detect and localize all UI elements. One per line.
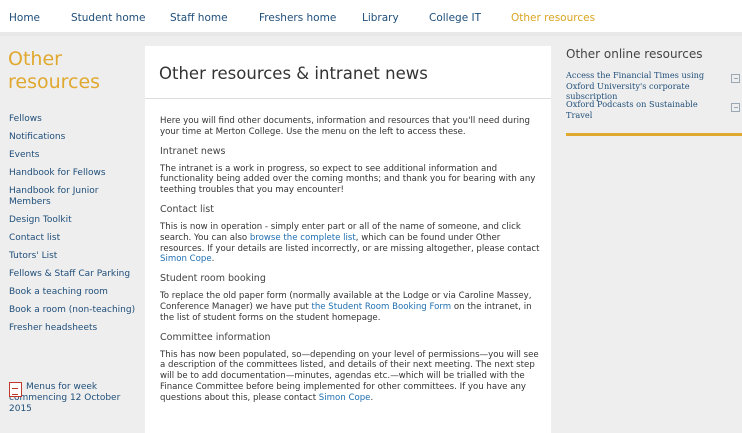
sidebar-item-events[interactable]: Events: [9, 150, 139, 161]
contact-list-text: This is now in operation - simply enter …: [160, 222, 545, 265]
room-booking-heading: Student room booking: [160, 273, 266, 285]
simon-cope-link[interactable]: Simon Cope: [319, 393, 371, 403]
nav-freshers-home[interactable]: Freshers home: [259, 12, 336, 24]
sidebar-item-handbook-junior-members[interactable]: Handbook for Junior Members: [9, 186, 139, 208]
room-booking-form-link[interactable]: the Student Room Booking Form: [311, 302, 451, 312]
sidebar-item-handbook-fellows[interactable]: Handbook for Fellows: [9, 168, 139, 179]
sidebar-item-design-toolkit[interactable]: Design Toolkit: [9, 215, 139, 226]
nav-home[interactable]: Home: [9, 12, 40, 24]
sidebar-item-book-teaching-room[interactable]: Book a teaching room: [9, 287, 139, 298]
menus-pdf-link[interactable]: Menus for week commencing 12 October 201…: [9, 382, 139, 415]
room-booking-text: To replace the old paper form (normally …: [160, 291, 545, 323]
nav-college-it[interactable]: College IT: [429, 12, 481, 24]
committee-info-text: This has now been populated, so—dependin…: [160, 350, 545, 404]
sidebar-item-car-parking[interactable]: Fellows & Staff Car Parking: [9, 269, 139, 280]
nav-other-resources[interactable]: Other resources: [511, 12, 595, 24]
oxford-podcasts-link[interactable]: Oxford Podcasts on Sustainable Travel: [566, 99, 718, 120]
content-body: Here you will find other documents, info…: [160, 116, 545, 412]
sidebar-heading: Other resources: [8, 48, 101, 93]
resource-item: Access the Financial Times using Oxford …: [566, 70, 742, 102]
contact-text-part: .: [211, 254, 215, 265]
contact-list-heading: Contact list: [160, 203, 214, 215]
pdf-file-icon: [9, 382, 22, 397]
sidebar-item-fresher-headsheets[interactable]: Fresher headsheets: [9, 323, 139, 334]
page-title: Other resources & intranet news: [159, 64, 428, 83]
right-sidebar: Other online resources Access the Financ…: [556, 36, 742, 146]
sidebar-item-notifications[interactable]: Notifications: [9, 132, 139, 143]
sidebar-item-fellows[interactable]: Fellows: [9, 114, 139, 125]
committee-info-heading: Committee information: [160, 331, 271, 343]
top-navigation: Home Student home Staff home Freshers ho…: [0, 0, 742, 36]
intranet-news-heading: Intranet news: [160, 145, 226, 157]
nav-library[interactable]: Library: [362, 12, 399, 24]
left-sidebar: Other resources Fellows Notifications Ev…: [0, 36, 142, 433]
nav-staff-home[interactable]: Staff home: [170, 12, 228, 24]
sidebar-item-contact-list[interactable]: Contact list: [9, 233, 139, 244]
intro-text: Here you will find other documents, info…: [160, 116, 530, 137]
main-content: Other resources & intranet news Here you…: [145, 46, 551, 433]
resource-item: Oxford Podcasts on Sustainable Travel: [566, 99, 742, 120]
menus-download: Menus for week commencing 12 October 201…: [9, 382, 139, 415]
browse-complete-list-link[interactable]: browse the complete list: [250, 233, 356, 243]
nav-student-home[interactable]: Student home: [71, 12, 145, 24]
title-divider: [145, 98, 551, 99]
sidebar-item-tutors-list[interactable]: Tutors' List: [9, 251, 139, 262]
external-link-icon[interactable]: [731, 74, 740, 83]
financial-times-link[interactable]: Access the Financial Times using Oxford …: [566, 70, 718, 102]
committee-text-part: .: [370, 392, 374, 403]
accent-bar: [566, 133, 742, 136]
simon-cope-link[interactable]: Simon Cope: [160, 254, 212, 264]
external-link-icon[interactable]: [731, 103, 740, 112]
sidebar-item-book-room-non-teaching[interactable]: Book a room (non-teaching): [9, 305, 139, 316]
sidebar-menu: Fellows Notifications Events Handbook fo…: [9, 114, 139, 341]
online-resources-heading: Other online resources: [566, 47, 703, 61]
intranet-news-text: The intranet is a work in progress, so e…: [160, 163, 536, 196]
